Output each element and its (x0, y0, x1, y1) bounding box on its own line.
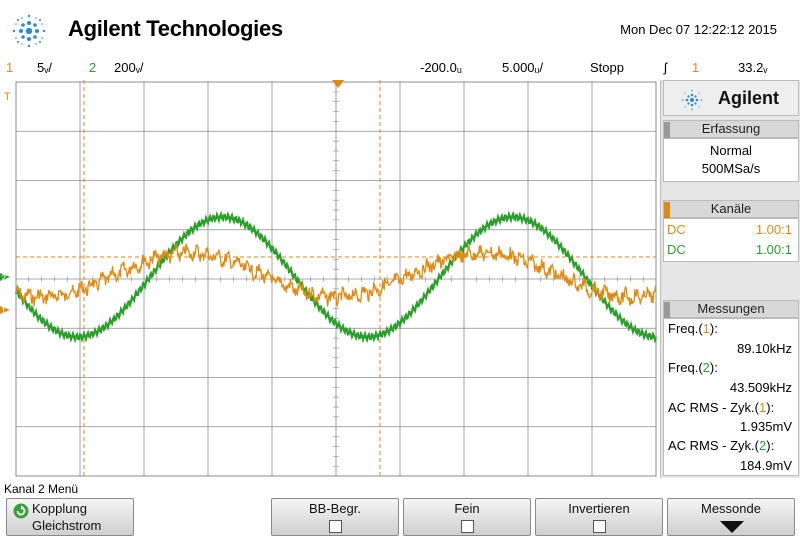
rotate-knob-icon (13, 503, 29, 519)
measurements-title-label: Messungen (697, 301, 765, 316)
waveform-display[interactable]: T 2 1 (0, 80, 660, 478)
fine-checkbox[interactable] (461, 520, 474, 533)
trigger-level[interactable]: 33.2ᵥ (738, 60, 767, 75)
channels-title: Kanäle (663, 200, 799, 218)
measurements-title: Messungen (663, 300, 799, 318)
ch2-probe-ratio: 1.00:1 (755, 242, 792, 257)
ch2-scale[interactable]: 200ᵥ/ (114, 60, 143, 75)
info-panel: Agilent Erfassung Normal 500MSa/s Kanäle… (660, 80, 800, 478)
probe-label: Messonde (701, 501, 761, 516)
invert-label: Invertieren (568, 501, 630, 516)
bw-limit-label: BB-Begr. (308, 501, 362, 516)
channels-title-label: Kanäle (710, 201, 752, 216)
fine-softkey[interactable]: Fein (403, 498, 531, 536)
coupling-label: Kopplung (32, 501, 87, 516)
measurement-label: AC RMS - Zyk.(1): (668, 400, 775, 415)
date-time: Mon Dec 07 12:22:12 2015 (620, 22, 777, 37)
section-marker (664, 302, 670, 318)
softkey-bar: Kanal 2 Menü Kopplung Gleichstrom BB-Beg… (0, 478, 800, 539)
measurements-body[interactable]: Freq.(1): 89.10kHz Freq.(2): 43.509kHz A… (663, 318, 799, 476)
ch2-marker-label: 2 (1, 273, 6, 283)
coupling-softkey[interactable]: Kopplung Gleichstrom (6, 498, 134, 536)
measurement-value: 1.935mV (739, 419, 792, 434)
ch1-marker-label: 1 (1, 306, 6, 316)
ch1-coupling: DC (667, 222, 686, 237)
acquisition-body[interactable]: Normal 500MSa/s (663, 138, 799, 182)
section-marker (664, 202, 670, 218)
status-bar: 1 5ᵥ/ 2 200ᵥ/ -200.0ᵤ 5.000ᵤ/ Stopp ʃ 1 … (0, 58, 800, 80)
invert-softkey[interactable]: Invertieren (535, 498, 663, 536)
ch1-number[interactable]: 1 (6, 60, 13, 75)
measurement-label: AC RMS - Zyk.(2): (668, 438, 775, 453)
channels-body[interactable]: DC 1.00:1 DC 1.00:1 (663, 218, 799, 262)
measurement-label: Freq.(2): (668, 360, 718, 375)
acquisition-mode: Normal (710, 143, 752, 158)
trigger-edge-icon: ʃ (664, 60, 667, 75)
bw-limit-checkbox[interactable] (329, 520, 342, 533)
probe-softkey[interactable]: Messonde (667, 498, 795, 536)
invert-checkbox[interactable] (593, 520, 606, 533)
trigger-marker-T: T (4, 91, 11, 103)
bw-limit-softkey[interactable]: BB-Begr. (271, 498, 399, 536)
panel-brand: Agilent (663, 80, 799, 116)
measurement-value: 43.509kHz (729, 380, 792, 395)
timebase-scale[interactable]: 5.000ᵤ/ (502, 60, 543, 75)
down-arrow-icon (720, 521, 744, 533)
agilent-spark-logo (12, 14, 46, 48)
ch2-number[interactable]: 2 (89, 60, 96, 75)
menu-title: Kanal 2 Menü (4, 482, 79, 496)
run-state[interactable]: Stopp (590, 60, 624, 75)
brand-title: Agilent Technologies (68, 16, 283, 41)
acquisition-title: Erfassung (663, 120, 799, 138)
header-bar: Agilent Technologies Mon Dec 07 12:22:12… (0, 0, 800, 58)
measurement-value: 184.9mV (739, 458, 792, 473)
trigger-source[interactable]: 1 (692, 60, 699, 75)
measurement-value: 89.10kHz (737, 341, 792, 356)
measurement-label: Freq.(1): (668, 321, 718, 336)
section-marker (664, 122, 670, 138)
waveform-graticule: T 2 1 (0, 80, 658, 478)
fine-label: Fein (454, 501, 480, 516)
acquisition-title-label: Erfassung (701, 121, 761, 136)
agilent-spark-icon (681, 89, 703, 111)
ch1-probe-ratio: 1.00:1 (755, 222, 792, 237)
horizontal-delay[interactable]: -200.0ᵤ (420, 60, 462, 75)
sample-rate: 500MSa/s (701, 161, 761, 176)
panel-brand-name: Agilent (718, 88, 779, 108)
coupling-value: Gleichstrom (32, 518, 102, 533)
ch2-coupling: DC (667, 242, 686, 257)
ch1-scale[interactable]: 5ᵥ/ (37, 60, 52, 75)
